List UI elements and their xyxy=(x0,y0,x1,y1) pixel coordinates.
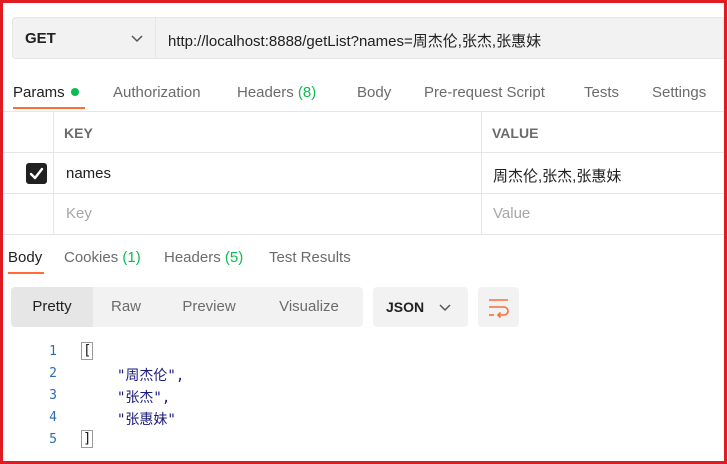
tab-authorization-label: Authorization xyxy=(113,84,201,101)
tab-pre-request-script[interactable]: Pre-request Script xyxy=(424,84,545,101)
table-row-border xyxy=(3,193,724,194)
table-bottom-border xyxy=(3,234,724,235)
table-col-divider-1 xyxy=(53,111,54,234)
table-top-border xyxy=(3,111,724,112)
response-tab-body-label: Body xyxy=(8,249,43,266)
tab-body[interactable]: Body xyxy=(357,84,391,101)
postman-window: GET http://localhost:8888/getList?names=… xyxy=(0,0,727,464)
column-header-value: VALUE xyxy=(492,125,539,141)
tab-tests-label: Tests xyxy=(584,84,620,101)
tab-settings-label: Settings xyxy=(652,84,707,101)
tab-headers[interactable]: Headers (8) xyxy=(237,84,316,101)
param-key-cell[interactable]: names xyxy=(66,165,111,182)
method-selector[interactable]: GET xyxy=(12,17,156,59)
tab-params[interactable]: Params xyxy=(13,84,79,101)
response-tab-test-results-label: Test Results xyxy=(269,249,351,266)
method-label: GET xyxy=(25,30,56,47)
tab-params-label: Params xyxy=(13,84,65,101)
tab-headers-count: (8) xyxy=(297,84,317,101)
line-number: 5 xyxy=(49,432,57,447)
view-pretty-button[interactable]: Pretty xyxy=(11,287,93,327)
format-selector[interactable]: JSON xyxy=(373,287,468,327)
params-indicator-dot xyxy=(70,88,79,97)
chevron-down-icon xyxy=(439,304,451,312)
tab-body-label: Body xyxy=(357,84,392,101)
response-tab-headers-label: Headers xyxy=(164,249,221,266)
url-text: http://localhost:8888/getList?names=周杰伦,… xyxy=(168,33,542,50)
view-visualize-button[interactable]: Visualize xyxy=(259,287,359,327)
new-key-placeholder[interactable]: Key xyxy=(66,205,92,222)
active-response-tab-underline xyxy=(8,272,44,274)
line-number: 2 xyxy=(49,366,57,381)
view-preview-button[interactable]: Preview xyxy=(159,287,259,327)
response-tab-headers-count: (5) xyxy=(224,249,244,266)
code-line: "张惠妹" xyxy=(117,412,176,428)
tab-tests[interactable]: Tests xyxy=(584,84,619,101)
wrap-lines-icon xyxy=(489,299,509,319)
code-close-bracket: ] xyxy=(81,430,94,448)
tab-headers-label: Headers xyxy=(237,84,294,101)
table-col-divider-2 xyxy=(481,111,482,234)
response-tab-cookies-count: (1) xyxy=(122,249,141,266)
new-value-placeholder[interactable]: Value xyxy=(493,205,530,222)
tab-pre-request-script-label: Pre-request Script xyxy=(424,84,545,101)
checkmark-icon xyxy=(29,167,44,180)
response-tab-test-results[interactable]: Test Results xyxy=(269,249,351,266)
param-enabled-checkbox[interactable] xyxy=(26,163,47,184)
response-tab-cookies-label: Cookies xyxy=(64,249,119,266)
view-raw-button[interactable]: Raw xyxy=(93,287,159,327)
response-tab-cookies[interactable]: Cookies (1) xyxy=(64,249,141,266)
column-header-key: KEY xyxy=(64,125,93,141)
table-header-border xyxy=(3,152,724,153)
url-input[interactable]: http://localhost:8888/getList?names=周杰伦,… xyxy=(156,17,724,59)
response-tab-headers[interactable]: Headers (5) xyxy=(164,249,243,266)
code-line: "周杰伦", xyxy=(117,368,185,384)
param-value-cell[interactable]: 周杰伦,张杰,张惠妹 xyxy=(493,165,621,186)
chevron-down-icon xyxy=(131,35,143,43)
line-number: 4 xyxy=(49,410,57,425)
response-tab-body[interactable]: Body xyxy=(8,249,42,266)
tab-authorization[interactable]: Authorization xyxy=(113,84,201,101)
format-label: JSON xyxy=(386,299,425,315)
code-open-bracket: [ xyxy=(81,342,94,360)
line-number: 1 xyxy=(49,344,57,359)
line-number: 3 xyxy=(49,388,57,403)
code-line: "张杰", xyxy=(117,390,171,406)
active-tab-underline xyxy=(13,107,85,109)
tab-settings[interactable]: Settings xyxy=(652,84,706,101)
wrap-lines-button[interactable] xyxy=(478,287,519,327)
